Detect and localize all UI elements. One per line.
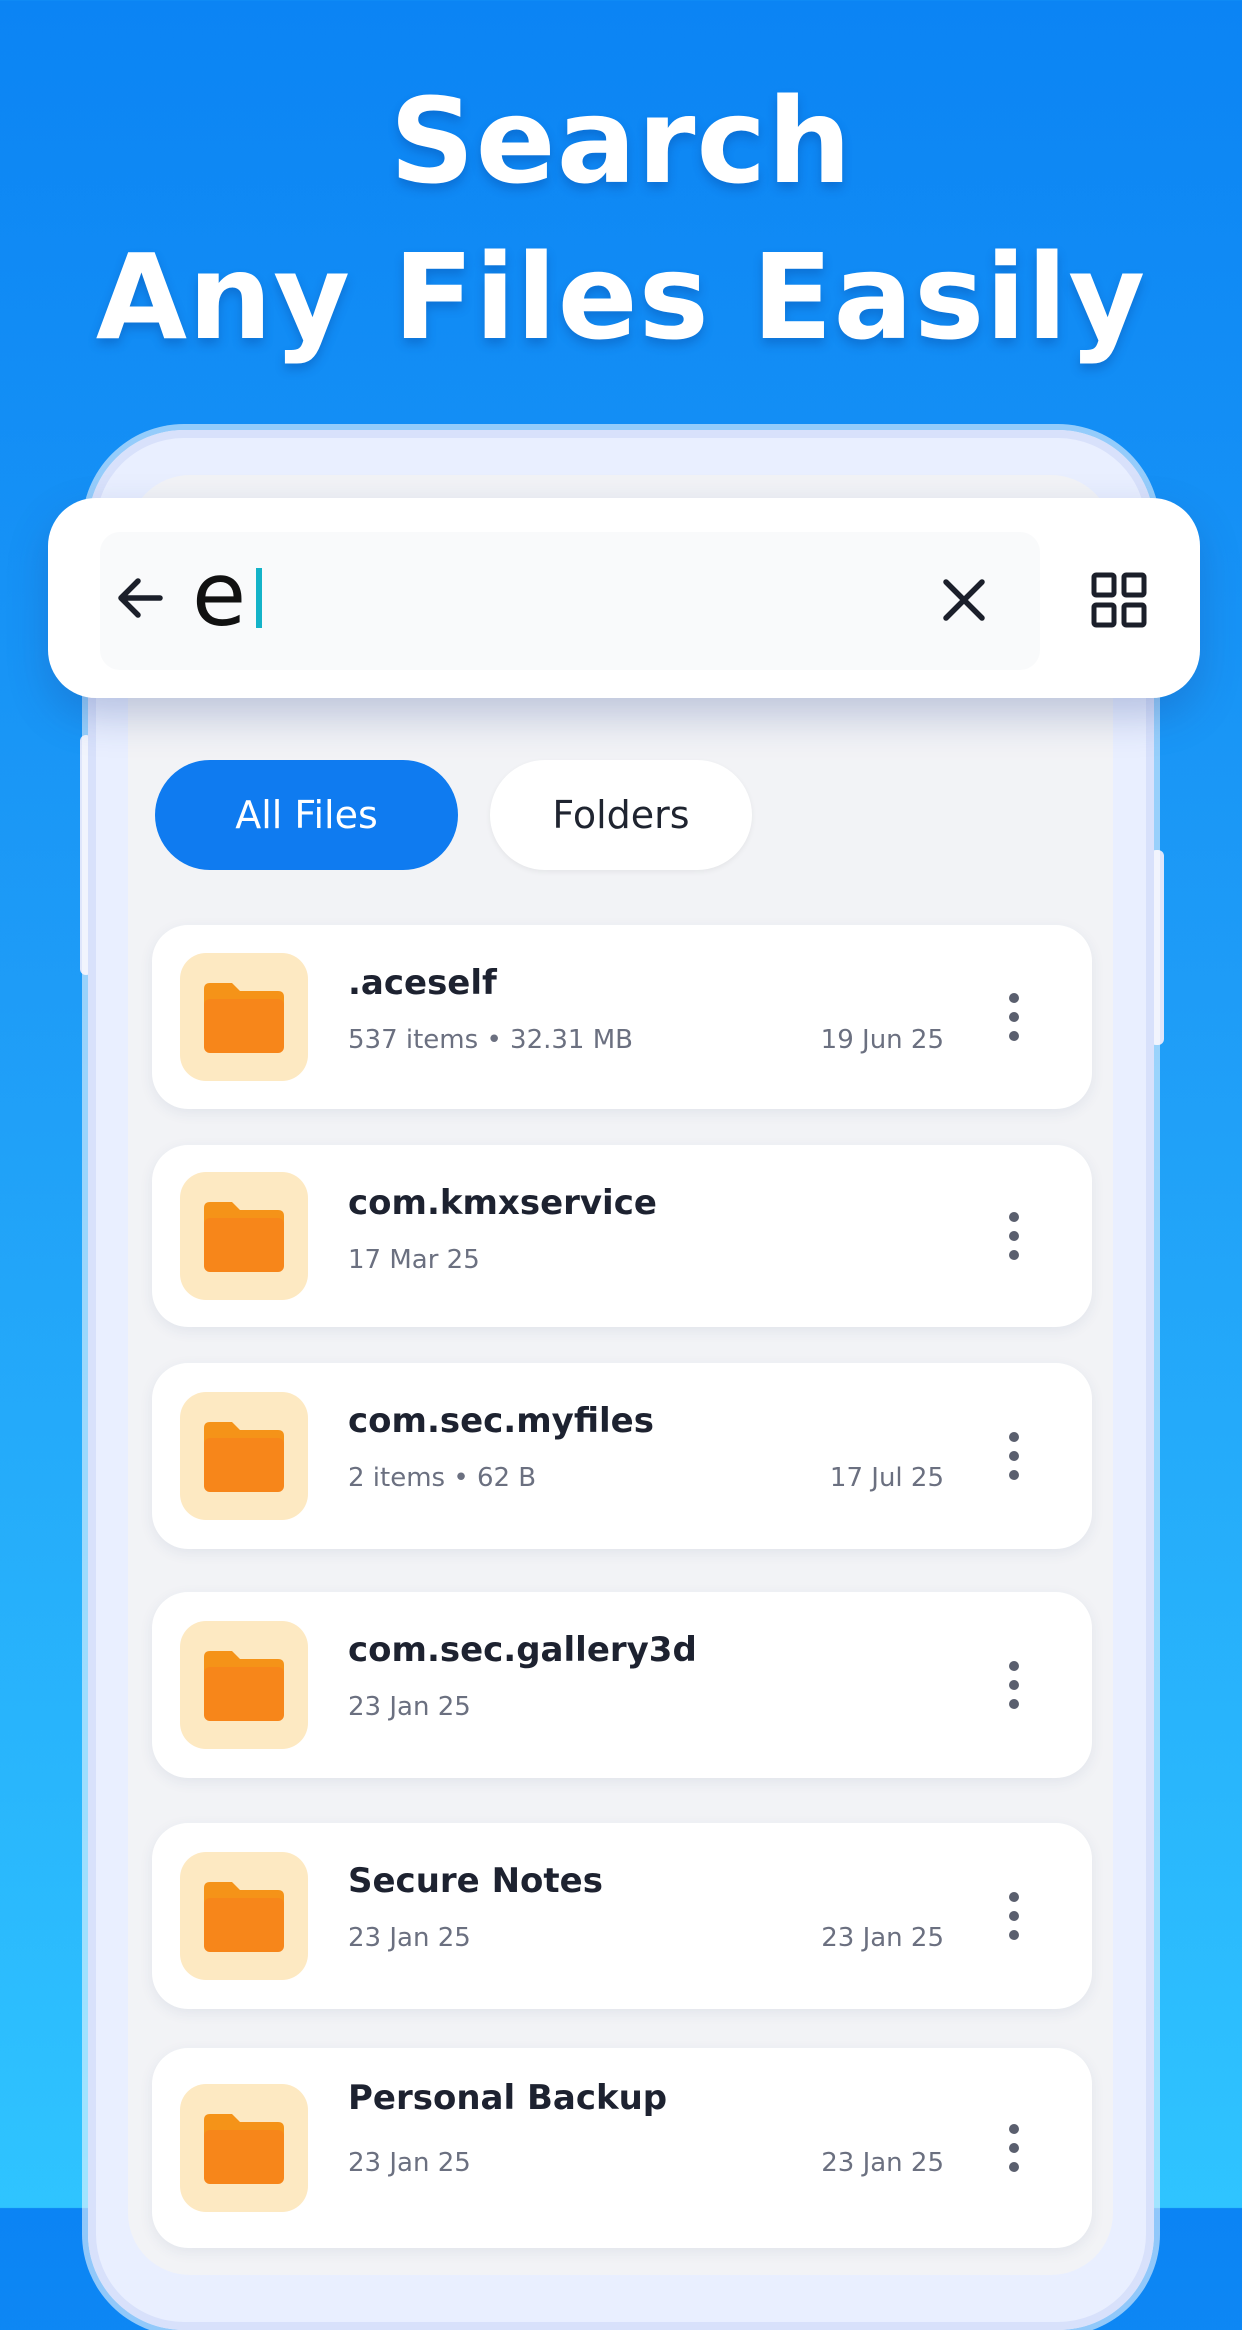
folder-icon <box>180 2084 308 2212</box>
headline-line-2: Any Files Easily <box>95 228 1147 366</box>
file-meta: 2 items • 62 B <box>348 1463 537 1493</box>
file-meta: 23 Jan 25 <box>348 2148 471 2178</box>
folder-icon <box>180 1392 308 1520</box>
folder-icon <box>180 1172 308 1300</box>
file-meta: 23 Jan 25 <box>348 1692 471 1722</box>
file-meta: 17 Mar 25 <box>348 1245 480 1275</box>
search-query-text[interactable]: e <box>192 545 246 645</box>
file-list-item[interactable]: Secure Notes 23 Jan 25 23 Jan 25 <box>152 1823 1092 2009</box>
close-icon[interactable] <box>938 574 990 626</box>
file-date: 17 Jul 25 <box>829 1463 944 1493</box>
filter-chip-folders[interactable]: Folders <box>490 760 752 870</box>
more-options-icon[interactable] <box>1004 1892 1024 1940</box>
file-list-item[interactable]: com.sec.gallery3d 23 Jan 25 <box>152 1592 1092 1778</box>
text-cursor <box>256 568 262 628</box>
folder-icon <box>180 1621 308 1749</box>
file-meta: 537 items • 32.31 MB <box>348 1025 634 1055</box>
folder-icon <box>180 953 308 1081</box>
file-name: com.sec.myfiles <box>348 1401 654 1441</box>
grid-view-icon[interactable] <box>1090 571 1148 629</box>
more-options-icon[interactable] <box>1004 2124 1024 2172</box>
file-list-item[interactable]: com.sec.myfiles 2 items • 62 B 17 Jul 25 <box>152 1363 1092 1549</box>
file-list-item[interactable]: com.kmxservice 17 Mar 25 <box>152 1145 1092 1327</box>
more-options-icon[interactable] <box>1004 1212 1024 1260</box>
file-list-item[interactable]: Personal Backup 23 Jan 25 23 Jan 25 <box>152 2048 1092 2248</box>
more-options-icon[interactable] <box>1004 1661 1024 1709</box>
file-name: Personal Backup <box>348 2078 668 2118</box>
file-list-item[interactable]: .aceself 537 items • 32.31 MB 19 Jun 25 <box>152 925 1092 1109</box>
file-meta: 23 Jan 25 <box>348 1923 471 1953</box>
file-date: 23 Jan 25 <box>821 1923 944 1953</box>
file-name: com.sec.gallery3d <box>348 1630 697 1670</box>
file-date: 23 Jan 25 <box>821 2148 944 2178</box>
file-name: .aceself <box>348 963 497 1003</box>
file-name: com.kmxservice <box>348 1183 657 1223</box>
file-date: 19 Jun 25 <box>820 1025 944 1055</box>
more-options-icon[interactable] <box>1004 1432 1024 1480</box>
headline-line-1: Search <box>389 72 853 210</box>
file-name: Secure Notes <box>348 1861 603 1901</box>
folder-icon <box>180 1852 308 1980</box>
arrow-left-icon[interactable] <box>110 568 170 628</box>
filter-chip-all-files[interactable]: All Files <box>155 760 458 870</box>
more-options-icon[interactable] <box>1004 993 1024 1041</box>
